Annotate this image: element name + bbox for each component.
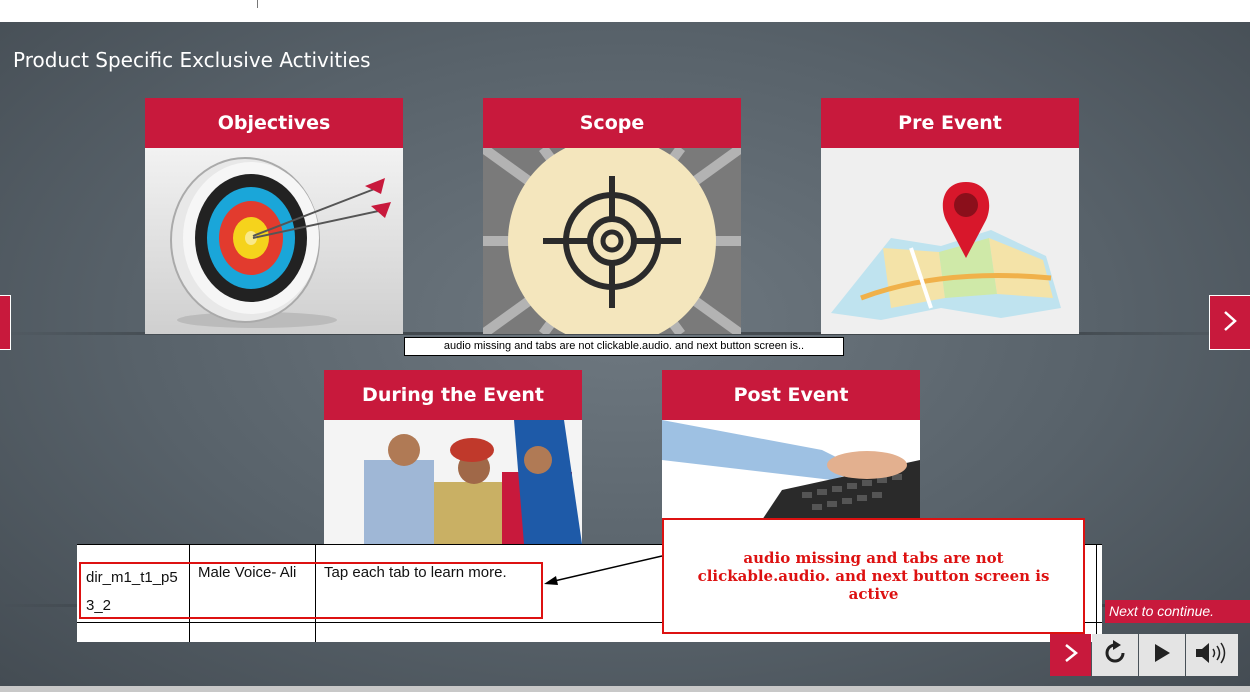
- highlight-box: [79, 562, 543, 619]
- next-slide-button[interactable]: [1209, 295, 1250, 350]
- tab-label: Objectives: [145, 98, 403, 148]
- people-laptop-image: [324, 420, 582, 544]
- volume-icon: [1194, 640, 1230, 670]
- play-icon: [1152, 642, 1172, 668]
- tab-label: Pre Event: [821, 98, 1079, 148]
- next-to-continue-label: Next to continue.: [1105, 600, 1250, 623]
- tab-during-the-event[interactable]: During the Event: [324, 370, 582, 544]
- next-button[interactable]: [1050, 634, 1091, 676]
- crosshair-image: [483, 148, 741, 334]
- tab-label: Scope: [483, 98, 741, 148]
- divider: [257, 0, 258, 8]
- volume-button[interactable]: [1186, 634, 1238, 676]
- annotation-arrow: [544, 555, 663, 585]
- bottom-strip: [0, 686, 1250, 692]
- tab-pre-event[interactable]: Pre Event: [821, 98, 1079, 334]
- chevron-right-icon: [1222, 309, 1238, 337]
- prev-slide-button[interactable]: [0, 295, 11, 350]
- annotation-callout: audio missing and tabs are not clickable…: [662, 518, 1085, 634]
- tab-scope[interactable]: Scope: [483, 98, 741, 334]
- replay-button[interactable]: [1092, 634, 1138, 676]
- annotation-caption: audio missing and tabs are not clickable…: [404, 337, 844, 356]
- page-title: Product Specific Exclusive Activities: [13, 48, 371, 72]
- replay-icon: [1101, 639, 1129, 671]
- top-bar: [0, 0, 1250, 22]
- tab-label: During the Event: [324, 370, 582, 420]
- map-pin-image: [821, 148, 1079, 334]
- next-icon: [1063, 642, 1079, 668]
- tab-post-event[interactable]: Post Event: [662, 370, 920, 520]
- tab-objectives[interactable]: Objectives: [145, 98, 403, 334]
- play-button[interactable]: [1139, 634, 1185, 676]
- tab-label: Post Event: [662, 370, 920, 420]
- table-border: [1096, 544, 1097, 642]
- keyboard-typing-image: [662, 420, 920, 520]
- target-arrows-image: [145, 148, 403, 334]
- callout-text: audio missing and tabs are not clickable…: [697, 549, 1050, 603]
